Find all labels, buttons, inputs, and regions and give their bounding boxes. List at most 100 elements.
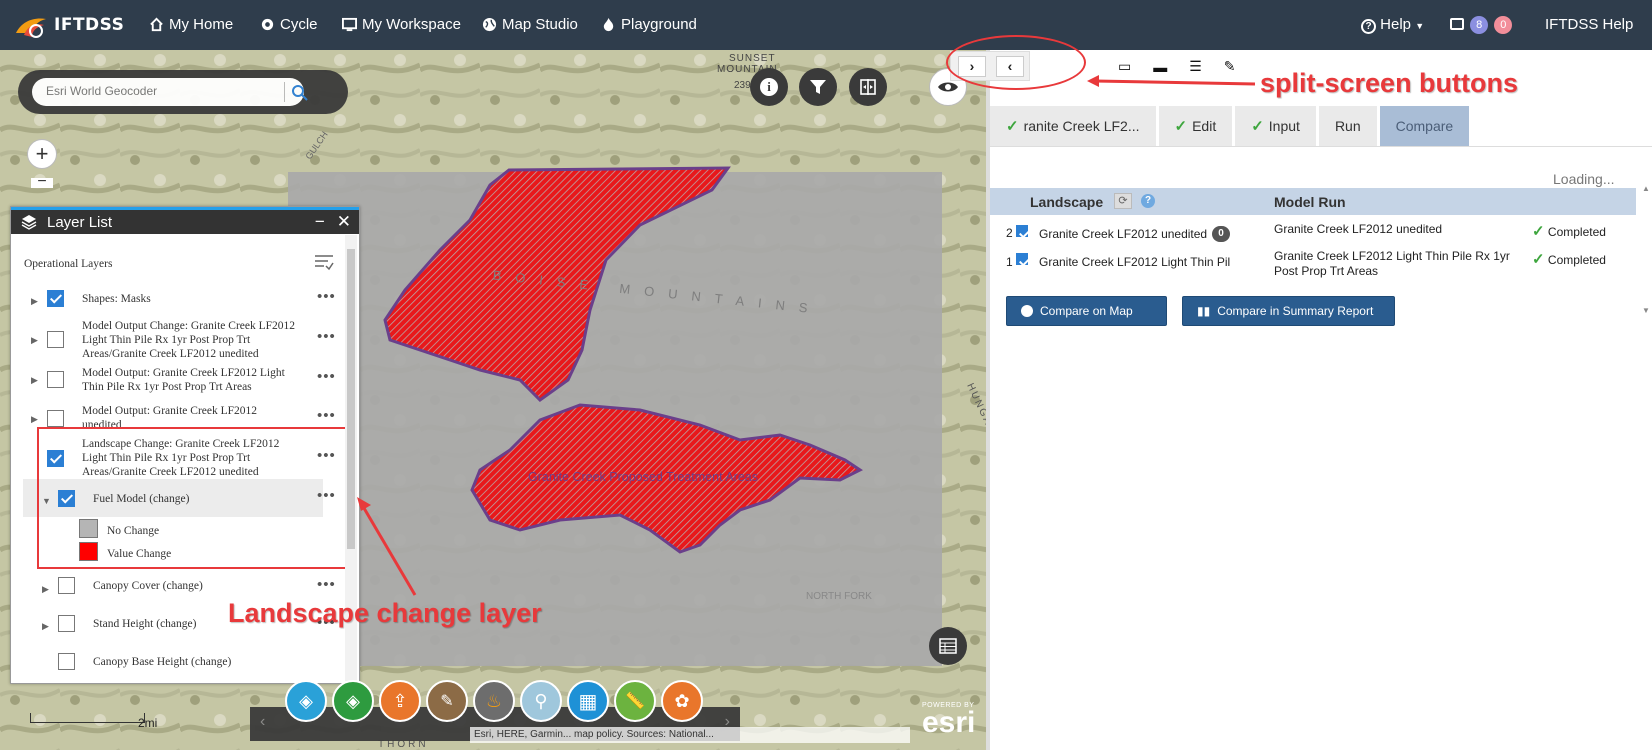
layer-checkbox-model-output-unedited[interactable] bbox=[47, 410, 64, 427]
tab-input[interactable]: ✓ Input bbox=[1235, 106, 1316, 146]
nav-playground[interactable]: Playground bbox=[601, 16, 697, 33]
grid-icon: ▦ bbox=[578, 690, 598, 713]
refresh-icon[interactable]: ⟳ bbox=[1114, 193, 1132, 209]
landscape-name: Granite Creek LF2012 Light Thin Pil bbox=[1039, 255, 1231, 269]
tool-fire[interactable]: ♨ bbox=[473, 680, 515, 722]
sublayer-checkbox-canopy-cover[interactable] bbox=[58, 577, 75, 594]
compare-on-map-button[interactable]: Compare on Map bbox=[1006, 296, 1167, 326]
nav-my-home[interactable]: My Home bbox=[149, 16, 233, 33]
filter-button[interactable] bbox=[799, 68, 837, 106]
compare-row-checkbox[interactable] bbox=[1016, 253, 1028, 265]
tab-edit[interactable]: ✓ Edit bbox=[1158, 106, 1233, 146]
scrollbar-thumb[interactable] bbox=[347, 249, 355, 549]
expand-caret-icon[interactable]: ▶ bbox=[42, 584, 49, 595]
check-icon: ✓ bbox=[1174, 118, 1188, 135]
upload-icon: ⇪ bbox=[392, 690, 408, 711]
layer-list-title: Layer List bbox=[47, 213, 113, 231]
tab-label: ranite Creek LF2... bbox=[1023, 118, 1140, 134]
filter-icon bbox=[810, 80, 826, 94]
map-view[interactable]: SUNSET MOUNTAIN 2398 BOISE MOUNTAINS Gra… bbox=[0, 50, 990, 750]
scale-bar bbox=[30, 713, 145, 723]
tool-grid[interactable]: ▦ bbox=[567, 680, 609, 722]
tool-edit-landscape[interactable]: ✎ bbox=[426, 680, 468, 722]
tool-layer-list[interactable]: ◈ bbox=[285, 680, 327, 722]
layer-checkbox-model-output-change[interactable] bbox=[47, 331, 64, 348]
tab-compare[interactable]: Compare bbox=[1379, 106, 1470, 146]
compare-row-checkbox[interactable] bbox=[1016, 225, 1028, 237]
annotation-split-screen: split-screen buttons bbox=[1260, 68, 1519, 98]
map-attribution[interactable]: Esri, HERE, Garmin... map policy. Source… bbox=[470, 727, 910, 743]
status-text: Completed bbox=[1547, 253, 1606, 267]
expand-caret-icon[interactable]: ▶ bbox=[31, 296, 38, 307]
compare-table-header: Landscape ⟳ ? Model Run bbox=[990, 188, 1636, 215]
fire-icon bbox=[603, 17, 614, 32]
model-run-name: Granite Creek LF2012 unedited bbox=[1274, 222, 1443, 236]
tool-upload[interactable]: ⇪ bbox=[379, 680, 421, 722]
tool-measure[interactable]: 📏 bbox=[614, 680, 656, 722]
folder-icon[interactable]: ▬ bbox=[1153, 59, 1167, 75]
layer-checkbox-model-output-treatment[interactable] bbox=[47, 371, 64, 388]
workflow-tabs: ✓ ranite Creek LF2... ✓ Edit ✓ Input Run Co… bbox=[990, 106, 1470, 146]
pencil-icon[interactable]: ✎ bbox=[1224, 58, 1236, 75]
close-icon[interactable]: ✕ bbox=[337, 212, 351, 232]
notifications[interactable]: 8 0 bbox=[1450, 15, 1513, 34]
search-icon[interactable] bbox=[290, 83, 310, 103]
check-icon: ✓ bbox=[1251, 118, 1264, 135]
minimize-icon[interactable]: − bbox=[315, 212, 325, 232]
attribute-table-button[interactable] bbox=[929, 627, 967, 665]
zoom-in-button[interactable]: + bbox=[27, 139, 57, 169]
col-model-run: Model Run bbox=[1274, 194, 1346, 210]
expand-caret-icon[interactable]: ▶ bbox=[31, 375, 38, 386]
tab-run[interactable]: Run bbox=[1318, 106, 1377, 146]
nav-cycle[interactable]: Cycle bbox=[260, 16, 318, 33]
map-edit-icon: ✎ bbox=[440, 693, 454, 710]
tool-print[interactable]: ✿ bbox=[661, 680, 703, 722]
right-panel: › ‹ split-screen buttons ▭ ▬ ☰ ✎ ✓ ranite… bbox=[946, 35, 1652, 750]
scroll-left-icon[interactable]: ‹ bbox=[260, 713, 265, 731]
esri-brand: esri bbox=[922, 706, 976, 739]
sublayer-label-stand-height: Stand Height (change) bbox=[93, 618, 197, 630]
tab-landscape[interactable]: ✓ ranite Creek LF2... bbox=[990, 106, 1156, 146]
layer-options-icon[interactable]: ••• bbox=[317, 329, 336, 346]
search-input[interactable] bbox=[46, 84, 256, 98]
scroll-up-icon[interactable]: ▲ bbox=[1642, 184, 1650, 193]
nav-playground-label: Playground bbox=[621, 16, 697, 33]
help-menu[interactable]: ? Help ▼ bbox=[1361, 16, 1424, 34]
layer-options-icon[interactable]: ••• bbox=[317, 289, 336, 306]
sublayer-checkbox-stand-height[interactable] bbox=[58, 615, 75, 632]
layer-options-icon[interactable]: ••• bbox=[317, 408, 336, 425]
loading-text: Loading... bbox=[1553, 171, 1615, 187]
annotation-arrow bbox=[357, 497, 417, 596]
swipe-button[interactable] bbox=[849, 68, 887, 106]
nav-map-studio[interactable]: Map Studio bbox=[482, 16, 578, 33]
layer-options-icon[interactable]: ••• bbox=[317, 369, 336, 386]
list-icon[interactable]: ☰ bbox=[1189, 58, 1202, 75]
zoom-out-button[interactable]: − bbox=[31, 178, 53, 188]
scroll-down-icon[interactable]: ▼ bbox=[1642, 306, 1650, 315]
tool-add-layer[interactable]: ◈ bbox=[332, 680, 374, 722]
sublayer-checkbox-canopy-base-height[interactable] bbox=[58, 653, 75, 670]
map-label-sunset: SUNSET bbox=[729, 53, 776, 64]
user-label: IFTDSS Help bbox=[1545, 16, 1634, 33]
user-menu[interactable]: IFTDSS Help bbox=[1545, 16, 1633, 33]
fire-icon: ♨ bbox=[485, 690, 503, 711]
compare-summary-report-button[interactable]: ▮▮ Compare in Summary Report bbox=[1182, 296, 1395, 326]
layers-icon bbox=[21, 215, 37, 230]
map-label-proposed: Granite Creek Proposed Treatment Areas bbox=[528, 470, 758, 484]
layer-options-icon[interactable]: ••• bbox=[317, 577, 336, 594]
list-options-icon[interactable] bbox=[314, 253, 334, 271]
tool-marker[interactable]: ⚲ bbox=[520, 680, 562, 722]
help-icon[interactable]: ? bbox=[1141, 194, 1155, 208]
top-navbar: IFTDSS My Home Cycle My Workspace Map St… bbox=[0, 0, 1652, 50]
expand-caret-icon[interactable]: ▶ bbox=[31, 414, 38, 425]
table-icon bbox=[939, 638, 957, 654]
layer-checkbox-shapes-masks[interactable] bbox=[47, 290, 64, 307]
expand-caret-icon[interactable]: ▶ bbox=[31, 335, 38, 346]
ruler-icon: 📏 bbox=[625, 693, 645, 710]
app-logo[interactable]: IFTDSS bbox=[14, 11, 124, 39]
globe-icon bbox=[482, 17, 497, 32]
nav-my-workspace[interactable]: My Workspace bbox=[342, 16, 461, 33]
window-icon[interactable]: ▭ bbox=[1118, 58, 1131, 75]
info-button[interactable]: i bbox=[750, 68, 788, 106]
expand-caret-icon[interactable]: ▶ bbox=[42, 621, 49, 632]
